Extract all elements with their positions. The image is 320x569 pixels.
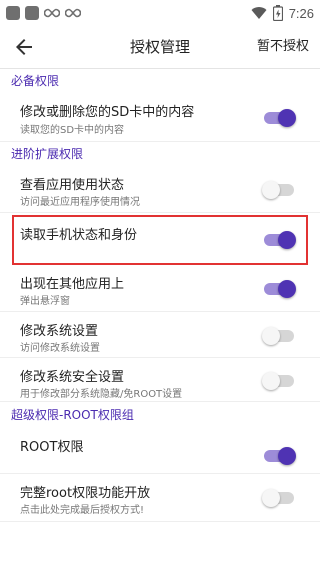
toggle-knob [262, 372, 280, 390]
permission-toggle[interactable] [262, 181, 294, 199]
app-square-icon [6, 6, 20, 20]
permission-subtitle: 点击此处完成最后授权方式! [20, 505, 145, 516]
toggle-knob [278, 280, 296, 298]
toggle-knob [262, 489, 280, 507]
app-bar: 授权管理 暂不授权 [0, 26, 320, 69]
infinity-icon [44, 8, 60, 18]
permission-title: 修改或删除您的SD卡中的内容 [20, 105, 195, 120]
permission-subtitle: 用于修改部分系统隐藏/免ROOT设置 [20, 389, 183, 400]
permission-row-usage-stats[interactable]: 查看应用使用状态 访问最近应用程序使用情况 [0, 166, 320, 213]
skip-authorization-button[interactable]: 暂不授权 [257, 26, 309, 68]
permission-title: 读取手机状态和身份 [20, 228, 138, 243]
permission-toggle[interactable] [264, 109, 296, 127]
permission-row-system-settings[interactable]: 修改系统设置 访问修改系统设置 [0, 312, 320, 358]
toggle-knob [262, 181, 280, 199]
permission-title: 修改系统设置 [20, 324, 99, 339]
permission-row-root[interactable]: ROOT权限 [0, 428, 320, 474]
battery-icon [272, 5, 283, 21]
permission-title: 完整root权限功能开放 [20, 486, 151, 501]
permission-toggle[interactable] [262, 372, 294, 390]
permission-row-secure-settings[interactable]: 修改系统安全设置 用于修改部分系统隐藏/免ROOT设置 [0, 358, 320, 402]
permission-toggle[interactable] [264, 231, 296, 249]
section-header-required: 必备权限 [11, 74, 60, 88]
permission-toggle[interactable] [262, 327, 294, 345]
toggle-knob [278, 109, 296, 127]
permission-row-overlay[interactable]: 出现在其他应用上 弹出悬浮窗 [0, 267, 320, 312]
permission-subtitle: 访问最近应用程序使用情况 [20, 197, 140, 208]
status-bar: 7:26 [0, 0, 320, 26]
status-time: 7:26 [288, 5, 314, 21]
permission-toggle[interactable] [264, 280, 296, 298]
wifi-icon [251, 7, 267, 20]
toggle-knob [262, 327, 280, 345]
permission-row-sd-card[interactable]: 修改或删除您的SD卡中的内容 读取您的SD卡中的内容 [0, 93, 320, 142]
toggle-knob [278, 231, 296, 249]
section-header-advanced: 进阶扩展权限 [11, 147, 84, 161]
permission-title: 查看应用使用状态 [20, 178, 125, 193]
back-arrow-icon[interactable] [12, 35, 36, 59]
permission-subtitle: 访问修改系统设置 [20, 343, 100, 354]
permission-subtitle: 弹出悬浮窗 [20, 296, 70, 307]
status-bar-notifications [6, 6, 81, 20]
infinity-icon [65, 8, 81, 18]
toggle-knob [278, 447, 296, 465]
app-square-icon [25, 6, 39, 20]
permission-toggle[interactable] [262, 489, 294, 507]
section-header-root: 超级权限-ROOT权限组 [11, 408, 134, 422]
permission-row-full-root[interactable]: 完整root权限功能开放 点击此处完成最后授权方式! [0, 474, 320, 522]
permission-row-phone-state[interactable]: 读取手机状态和身份 [12, 215, 308, 265]
permission-title: 出现在其他应用上 [20, 277, 125, 292]
permission-title: ROOT权限 [20, 440, 84, 455]
permission-subtitle: 读取您的SD卡中的内容 [20, 125, 125, 136]
permission-list: 必备权限 修改或删除您的SD卡中的内容 读取您的SD卡中的内容 进阶扩展权限 查… [0, 69, 320, 522]
permission-title: 修改系统安全设置 [20, 370, 125, 385]
permission-toggle[interactable] [264, 447, 296, 465]
